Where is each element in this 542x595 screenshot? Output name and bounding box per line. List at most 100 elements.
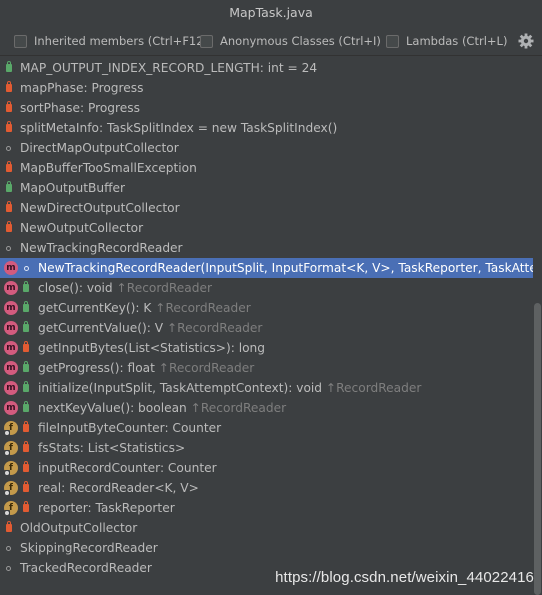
gear-icon[interactable] <box>516 31 536 51</box>
member-signature: sortPhase: Progress <box>20 101 140 115</box>
private-lock-icon <box>23 461 29 472</box>
private-lock-icon <box>6 161 12 172</box>
package-visibility-icon <box>6 246 11 251</box>
final-pin-icon <box>4 490 10 496</box>
member-signature: close(): void ↑RecordReader <box>38 281 213 295</box>
private-lock-icon <box>23 441 29 452</box>
member-signature: fsStats: List<Statistics> <box>38 441 186 455</box>
inherited-members-checkbox[interactable]: Inherited members (Ctrl+F12) <box>14 33 208 49</box>
tree-row[interactable]: f fsStats: List<Statistics> <box>0 438 542 458</box>
private-lock-icon <box>23 481 29 492</box>
tree-row[interactable]: m nextKeyValue(): boolean ↑RecordReader <box>0 398 542 418</box>
vertical-scrollbar[interactable] <box>533 57 542 595</box>
member-signature: DirectMapOutputCollector <box>20 141 179 155</box>
package-visibility-icon <box>6 546 11 551</box>
tree-row[interactable]: OldOutputCollector <box>0 518 542 538</box>
tree-row[interactable]: NewTrackingRecordReader <box>0 238 542 258</box>
tree-row[interactable]: m getCurrentValue(): V ↑RecordReader <box>0 318 542 338</box>
tree-row[interactable]: SkippingRecordReader <box>0 538 542 558</box>
private-lock-icon <box>6 81 12 92</box>
tree-row[interactable]: f fileInputByteCounter: Counter <box>0 418 542 438</box>
tree-row[interactable]: m NewTrackingRecordReader(InputSplit, Inp… <box>0 258 542 278</box>
tree-row[interactable]: f reporter: TaskReporter <box>0 498 542 518</box>
member-signature: getCurrentKey(): K ↑RecordReader <box>38 301 251 315</box>
private-lock-icon <box>6 101 12 112</box>
tree-row[interactable]: MapOutputBuffer <box>0 178 542 198</box>
member-signature: real: RecordReader<K, V> <box>38 481 199 495</box>
checkbox-box[interactable] <box>14 34 27 48</box>
public-lock-icon <box>23 321 29 332</box>
field-icon: f <box>4 461 18 476</box>
private-lock-icon <box>23 421 29 432</box>
tree-row[interactable]: NewDirectOutputCollector <box>0 198 542 218</box>
member-signature: SkippingRecordReader <box>20 541 158 555</box>
inherited-members-label: Inherited members (Ctrl+F12) <box>34 34 209 48</box>
member-signature: NewDirectOutputCollector <box>20 201 180 215</box>
anonymous-classes-label: Anonymous Classes (Ctrl+I) <box>220 34 381 48</box>
tree-row[interactable]: NewOutputCollector <box>0 218 542 238</box>
tree-row[interactable]: MAP_OUTPUT_INDEX_RECORD_LENGTH: int = 24 <box>0 58 542 78</box>
member-signature: MapBufferTooSmallException <box>20 161 197 175</box>
private-lock-icon <box>23 501 29 512</box>
member-signature: NewTrackingRecordReader(InputSplit, Inpu… <box>38 261 542 275</box>
member-signature: MapOutputBuffer <box>20 181 126 195</box>
private-lock-icon <box>6 221 12 232</box>
field-icon: f <box>4 501 18 516</box>
member-signature: fileInputByteCounter: Counter <box>38 421 222 435</box>
member-signature: mapPhase: Progress <box>20 81 144 95</box>
member-signature: NewOutputCollector <box>20 221 144 235</box>
scrollbar-thumb[interactable] <box>534 303 541 595</box>
member-signature: reporter: TaskReporter <box>38 501 175 515</box>
inherited-from-label: ↑RecordReader <box>322 381 422 395</box>
tree-row[interactable]: MapBufferTooSmallException <box>0 158 542 178</box>
member-signature: OldOutputCollector <box>20 521 138 535</box>
public-lock-icon <box>6 61 12 72</box>
method-icon: m <box>4 341 18 355</box>
package-visibility-icon <box>6 146 11 151</box>
structure-toolbar: Inherited members (Ctrl+F12) Anonymous C… <box>0 26 542 56</box>
tree-row[interactable]: splitMetaInfo: TaskSplitIndex = new Task… <box>0 118 542 138</box>
inherited-from-label: ↑RecordReader <box>154 361 255 375</box>
tree-row[interactable]: m getCurrentKey(): K ↑RecordReader <box>0 298 542 318</box>
anonymous-classes-checkbox[interactable]: Anonymous Classes (Ctrl+I) <box>200 33 381 49</box>
tree-row[interactable]: m getProgress(): float ↑RecordReader <box>0 358 542 378</box>
inherited-from-label: ↑RecordReader <box>112 281 213 295</box>
package-visibility-icon <box>6 566 11 571</box>
final-pin-icon <box>4 470 10 476</box>
final-pin-icon <box>4 430 10 436</box>
watermark-text: https://blog.csdn.net/weixin_44022416 <box>275 569 534 586</box>
tree-row[interactable]: mapPhase: Progress <box>0 78 542 98</box>
inherited-from-label: ↑RecordReader <box>186 401 287 415</box>
tree-row[interactable]: f inputRecordCounter: Counter <box>0 458 542 478</box>
tree-row[interactable]: f real: RecordReader<K, V> <box>0 478 542 498</box>
public-lock-icon <box>6 181 12 192</box>
tree-row[interactable]: m getInputBytes(List<Statistics>): long <box>0 338 542 358</box>
checkbox-box[interactable] <box>386 34 399 48</box>
method-icon: m <box>4 261 18 275</box>
field-icon: f <box>4 421 18 436</box>
tree-row[interactable]: sortPhase: Progress <box>0 98 542 118</box>
tree-row[interactable]: m initialize(InputSplit, TaskAttemptConte… <box>0 378 542 398</box>
public-lock-icon <box>23 381 29 392</box>
member-signature: NewTrackingRecordReader <box>20 241 183 255</box>
lambdas-checkbox[interactable]: Lambdas (Ctrl+L) <box>386 33 507 49</box>
tree-row[interactable]: m close(): void ↑RecordReader <box>0 278 542 298</box>
member-signature: getProgress(): float ↑RecordReader <box>38 361 255 375</box>
private-lock-icon <box>6 201 12 212</box>
package-visibility-icon <box>24 266 29 271</box>
inherited-from-label: ↑RecordReader <box>163 321 263 335</box>
lambdas-label: Lambdas (Ctrl+L) <box>406 34 508 48</box>
public-lock-icon <box>23 301 29 312</box>
member-signature: getCurrentValue(): V ↑RecordReader <box>38 321 263 335</box>
public-lock-icon <box>23 281 29 292</box>
member-signature: TrackedRecordReader <box>20 561 152 575</box>
checkbox-box[interactable] <box>200 34 213 48</box>
window-title: MapTask.java <box>0 0 542 26</box>
tree-row[interactable]: DirectMapOutputCollector <box>0 138 542 158</box>
member-signature: getInputBytes(List<Statistics>): long <box>38 341 266 355</box>
private-lock-icon <box>6 521 12 532</box>
method-icon: m <box>4 361 18 375</box>
public-lock-icon <box>23 361 29 372</box>
structure-tree[interactable]: MAP_OUTPUT_INDEX_RECORD_LENGTH: int = 24… <box>0 57 542 595</box>
member-signature: nextKeyValue(): boolean ↑RecordReader <box>38 401 287 415</box>
